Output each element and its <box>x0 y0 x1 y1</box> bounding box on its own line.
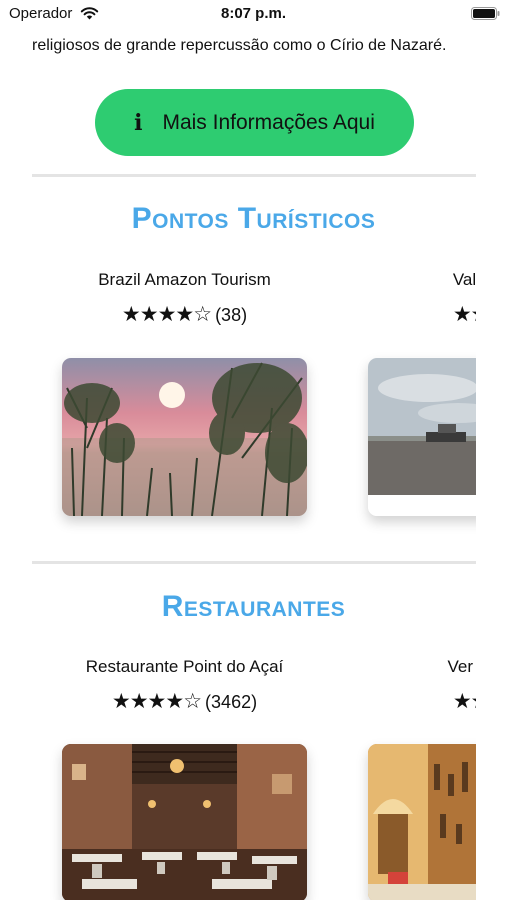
card-name: Valeverde <box>452 270 476 289</box>
section-divider <box>32 561 476 564</box>
restaurant-card[interactable]: Restaurante Point do Açaí ★★★★☆ (3462) <box>62 657 307 900</box>
info-icon: i <box>134 109 143 136</box>
card-rating: ★★★★ <box>368 302 476 326</box>
star-rating: ★★★★☆ <box>111 689 202 713</box>
intro-text: religiosos de grande repercussão como o … <box>32 37 447 54</box>
star-rating: ★★★★ <box>452 689 476 713</box>
card-image-amazon-sunset[interactable] <box>62 358 307 516</box>
star-rating: ★★★★ <box>452 302 476 326</box>
card-image-acai-shop[interactable] <box>368 744 476 900</box>
card-rating: ★★★★☆ (38) <box>62 302 307 326</box>
more-info-label: Mais Informações Aqui <box>162 110 375 134</box>
more-info-button[interactable]: i Mais Informações Aqui <box>95 89 414 156</box>
card-name: Restaurante Point do Açaí <box>85 657 284 676</box>
card-image-restaurant-interior[interactable] <box>62 744 307 900</box>
card-rating: ★★★★ <box>368 689 476 713</box>
battery-icon <box>471 7 500 20</box>
card-name: Brazil Amazon Tourism <box>98 270 271 289</box>
restaurant-section-title: Restaurantes <box>161 590 346 623</box>
status-bar: Operador 8:07 p.m. <box>0 0 507 28</box>
card-image-river-boat[interactable] <box>368 358 476 516</box>
card-name: Ver O Açaí, <box>447 657 477 676</box>
star-rating: ★★★★☆ <box>121 302 212 326</box>
section-divider <box>32 174 476 177</box>
clock: 8:07 p.m. <box>220 5 287 22</box>
tourist-section-title: Pontos Turísticos <box>131 202 376 235</box>
tourist-carousel[interactable]: Brazil Amazon Tourism ★★★★☆ (38) Val ★ <box>0 270 476 535</box>
restaurant-carousel[interactable]: Restaurante Point do Açaí ★★★★☆ (3462) V… <box>0 657 476 900</box>
review-count: (38) <box>215 305 248 325</box>
restaurant-card[interactable]: Ver O Açaí, ★★★★ <box>368 657 476 900</box>
card-rating: ★★★★☆ (3462) <box>62 689 307 713</box>
review-count: (3462) <box>205 692 258 712</box>
tourist-card[interactable]: Brazil Amazon Tourism ★★★★☆ (38) <box>62 270 307 535</box>
tourist-card[interactable]: Valeverde ★★★★ <box>368 270 476 535</box>
